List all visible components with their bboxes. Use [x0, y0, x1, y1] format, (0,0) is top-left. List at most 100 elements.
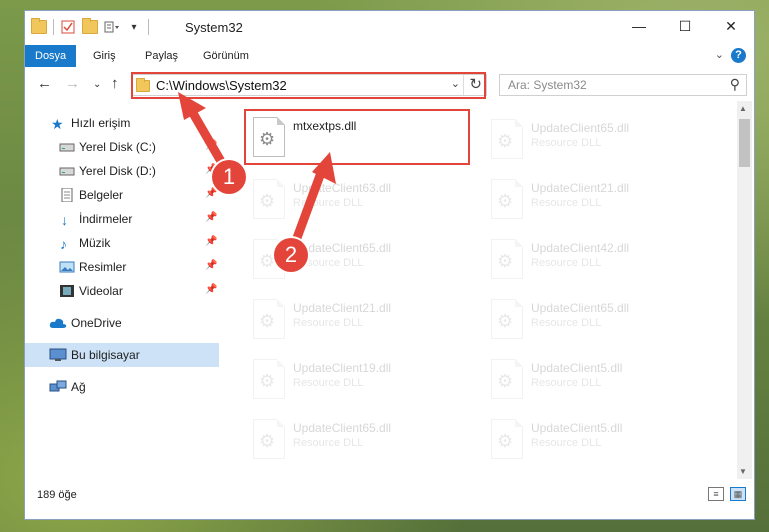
dll-file-icon: ⚙ — [491, 179, 523, 219]
file-type: Resource DLL — [531, 377, 602, 389]
search-icon[interactable]: ⚲ — [730, 76, 740, 93]
file-name: UpdateClient5.dll — [531, 421, 623, 435]
list-item[interactable]: ⚙ UpdateClient63.dll Resource DLL — [245, 175, 465, 225]
help-icon[interactable]: ? — [731, 48, 746, 63]
pictures-icon — [59, 260, 75, 274]
sidebar-item-music[interactable]: ♪ Müzik 📌 — [25, 231, 219, 255]
dll-file-icon: ⚙ — [491, 419, 523, 459]
file-type: Resource DLL — [293, 437, 364, 449]
scrollbar-thumb[interactable] — [739, 119, 750, 167]
download-icon: ↓ — [61, 212, 68, 228]
sidebar-item-label: Müzik — [79, 236, 111, 250]
sidebar-item-label: Resimler — [79, 260, 127, 274]
file-type: Resource DLL — [293, 377, 364, 389]
documents-icon — [59, 187, 75, 203]
pin-icon: 📌 — [205, 140, 218, 151]
pin-icon: 📌 — [205, 260, 218, 271]
list-item[interactable]: ⚙ UpdateClient65.dll Resource DLL — [483, 295, 703, 345]
list-item[interactable]: ⚙ UpdateClient65.dll Resource DLL — [245, 415, 465, 463]
list-item[interactable]: ⚙ UpdateClient19.dll Resource DLL — [245, 355, 465, 405]
sidebar-item-local-disk-c[interactable]: Yerel Disk (C:) 📌 — [25, 135, 219, 159]
window-title: System32 — [185, 20, 243, 35]
list-item[interactable]: ⚙ UpdateClient42.dll Resource DLL — [483, 235, 703, 285]
file-type: Resource DLL — [293, 317, 364, 329]
back-arrow-icon[interactable]: ← — [37, 75, 52, 92]
minimize-button[interactable]: — — [616, 11, 662, 41]
sidebar-item-downloads[interactable]: ↓ İndirmeler 📌 — [25, 207, 219, 231]
sidebar-item-quick-access[interactable]: ★ Hızlı erişim — [25, 111, 219, 135]
file-name: UpdateClient42.dll — [531, 241, 630, 255]
file-name: UpdateClient65.dll — [293, 421, 392, 435]
navigation-pane: ★ Hızlı erişim Yerel Disk (C:) 📌 Yerel D… — [25, 107, 219, 463]
sidebar-item-videos[interactable]: Videolar 📌 — [25, 279, 219, 303]
search-input[interactable]: Ara: System32 ⚲ — [499, 74, 747, 96]
dll-file-icon: ⚙ — [491, 119, 523, 159]
sidebar-item-label: Videolar — [79, 284, 123, 298]
status-bar: 189 öğe ≡ ▦ — [25, 481, 754, 511]
dll-file-icon: ⚙ — [253, 179, 285, 219]
new-folder-icon[interactable] — [82, 18, 98, 35]
sidebar-item-label: Hızlı erişim — [71, 116, 131, 130]
recent-locations-icon[interactable]: ⌄ — [93, 79, 101, 90]
star-icon: ★ — [51, 116, 64, 132]
file-name: UpdateClient5.dll — [531, 361, 623, 375]
list-item[interactable]: ⚙ UpdateClient5.dll Resource DLL — [483, 415, 703, 463]
step-2-badge: 2 — [274, 238, 308, 272]
pin-icon: 📌 — [205, 212, 218, 223]
sidebar-item-label: Belgeler — [79, 188, 124, 202]
dll-file-icon: ⚙ — [253, 419, 285, 459]
vertical-scrollbar[interactable]: ▲ ▼ — [737, 101, 752, 479]
sidebar-item-network[interactable]: Ağ — [25, 375, 219, 399]
file-name: UpdateClient19.dll — [293, 361, 392, 375]
cloud-icon — [49, 316, 67, 330]
scroll-down-icon[interactable]: ▼ — [739, 467, 747, 476]
list-item[interactable]: ⚙ UpdateClient65.dll Resource DLL — [483, 115, 703, 165]
sidebar-item-label: Ağ — [71, 380, 86, 394]
forward-arrow-icon[interactable]: → — [65, 75, 80, 92]
step-1-badge: 1 — [212, 160, 246, 194]
large-icons-view-icon[interactable]: ▦ — [730, 487, 746, 501]
file-highlight-box — [244, 109, 470, 165]
details-view-icon[interactable]: ≡ — [708, 487, 724, 501]
folder-icon[interactable] — [31, 18, 47, 35]
close-button[interactable]: ✕ — [708, 11, 754, 41]
list-item[interactable]: ⚙ UpdateClient21.dll Resource DLL — [245, 295, 465, 345]
videos-icon — [59, 284, 75, 298]
scroll-up-icon[interactable]: ▲ — [739, 104, 747, 113]
title-bar: ▾ System32 — ☐ ✕ — [25, 11, 754, 45]
up-arrow-icon[interactable]: ↑ — [111, 75, 119, 92]
sidebar-item-label: Yerel Disk (C:) — [79, 140, 156, 154]
tab-home[interactable]: Giriş — [83, 45, 126, 67]
customize-icon[interactable] — [104, 19, 120, 35]
file-type: Resource DLL — [531, 137, 602, 149]
music-icon: ♪ — [60, 236, 67, 252]
sidebar-item-local-disk-d[interactable]: Yerel Disk (D:) 📌 — [25, 159, 219, 183]
maximize-button[interactable]: ☐ — [662, 11, 708, 41]
qat-dropdown-icon[interactable]: ▾ — [126, 19, 142, 35]
tab-file[interactable]: Dosya — [25, 45, 77, 67]
search-placeholder: Ara: System32 — [508, 78, 587, 92]
item-count: 189 öğe — [37, 489, 77, 501]
dll-file-icon: ⚙ — [491, 359, 523, 399]
chevron-down-icon[interactable]: ⌄ — [715, 48, 724, 61]
properties-icon[interactable] — [60, 19, 76, 35]
file-name: UpdateClient65.dll — [531, 121, 630, 135]
file-type: Resource DLL — [293, 197, 364, 209]
drive-icon — [59, 140, 75, 154]
dll-file-icon: ⚙ — [491, 239, 523, 279]
file-name: UpdateClient63.dll — [293, 181, 392, 195]
file-type: Resource DLL — [531, 257, 602, 269]
sidebar-item-this-pc[interactable]: Bu bilgisayar — [25, 343, 219, 367]
pin-icon: 📌 — [205, 188, 218, 199]
drive-icon — [59, 164, 75, 178]
file-type: Resource DLL — [531, 197, 602, 209]
tab-share[interactable]: Paylaş — [135, 45, 188, 67]
sidebar-item-pictures[interactable]: Resimler 📌 — [25, 255, 219, 279]
sidebar-item-onedrive[interactable]: OneDrive — [25, 311, 219, 335]
list-item[interactable]: ⚙ UpdateClient21.dll Resource DLL — [483, 175, 703, 225]
file-name: UpdateClient21.dll — [293, 301, 392, 315]
sidebar-item-documents[interactable]: Belgeler 📌 — [25, 183, 219, 207]
list-item[interactable]: ⚙ UpdateClient5.dll Resource DLL — [483, 355, 703, 405]
dll-file-icon: ⚙ — [253, 299, 285, 339]
tab-view[interactable]: Görünüm — [193, 45, 259, 67]
